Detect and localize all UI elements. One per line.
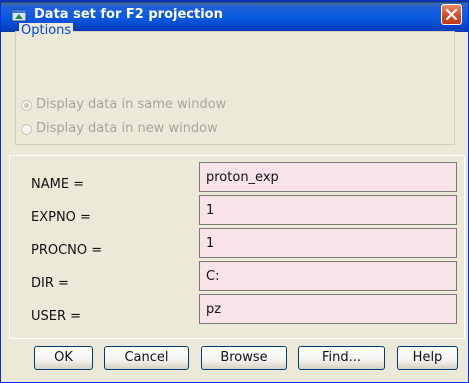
- app-icon: [11, 7, 29, 23]
- browse-button[interactable]: Browse: [201, 346, 287, 370]
- help-button[interactable]: Help: [397, 346, 458, 370]
- ok-button[interactable]: OK: [34, 346, 93, 370]
- cancel-button[interactable]: Cancel: [104, 346, 189, 370]
- field-label-procno: PROCNO =: [31, 243, 103, 258]
- procno-input[interactable]: [199, 228, 457, 258]
- radio-label: Display data in same window: [36, 97, 227, 112]
- find-button[interactable]: Find...: [298, 346, 385, 370]
- user-input[interactable]: [199, 294, 457, 324]
- window-title: Data set for F2 projection: [34, 7, 223, 22]
- field-label-user: USER =: [31, 309, 82, 324]
- close-icon: [445, 8, 458, 21]
- radio-label: Display data in new window: [36, 121, 218, 136]
- radio-button[interactable]: [21, 124, 32, 135]
- dialog-window: Data set for F2 projection Options Displ…: [0, 0, 469, 383]
- options-group-title: Options: [19, 23, 74, 38]
- radio-button[interactable]: [21, 100, 32, 111]
- expno-input[interactable]: [199, 195, 457, 225]
- name-input[interactable]: [199, 162, 457, 192]
- field-row-procno: PROCNO =: [10, 228, 466, 260]
- field-label-expno: EXPNO =: [31, 210, 91, 225]
- field-label-name: NAME =: [31, 177, 85, 192]
- dataset-form: NAME = EXPNO = PROCNO = DIR = USER =: [9, 155, 465, 339]
- dir-input[interactable]: [199, 261, 457, 291]
- field-row-dir: DIR =: [10, 261, 466, 293]
- field-row-expno: EXPNO =: [10, 195, 466, 227]
- close-button[interactable]: [441, 4, 462, 25]
- field-row-name: NAME =: [10, 162, 466, 194]
- field-row-user: USER =: [10, 294, 466, 326]
- field-label-dir: DIR =: [31, 276, 69, 291]
